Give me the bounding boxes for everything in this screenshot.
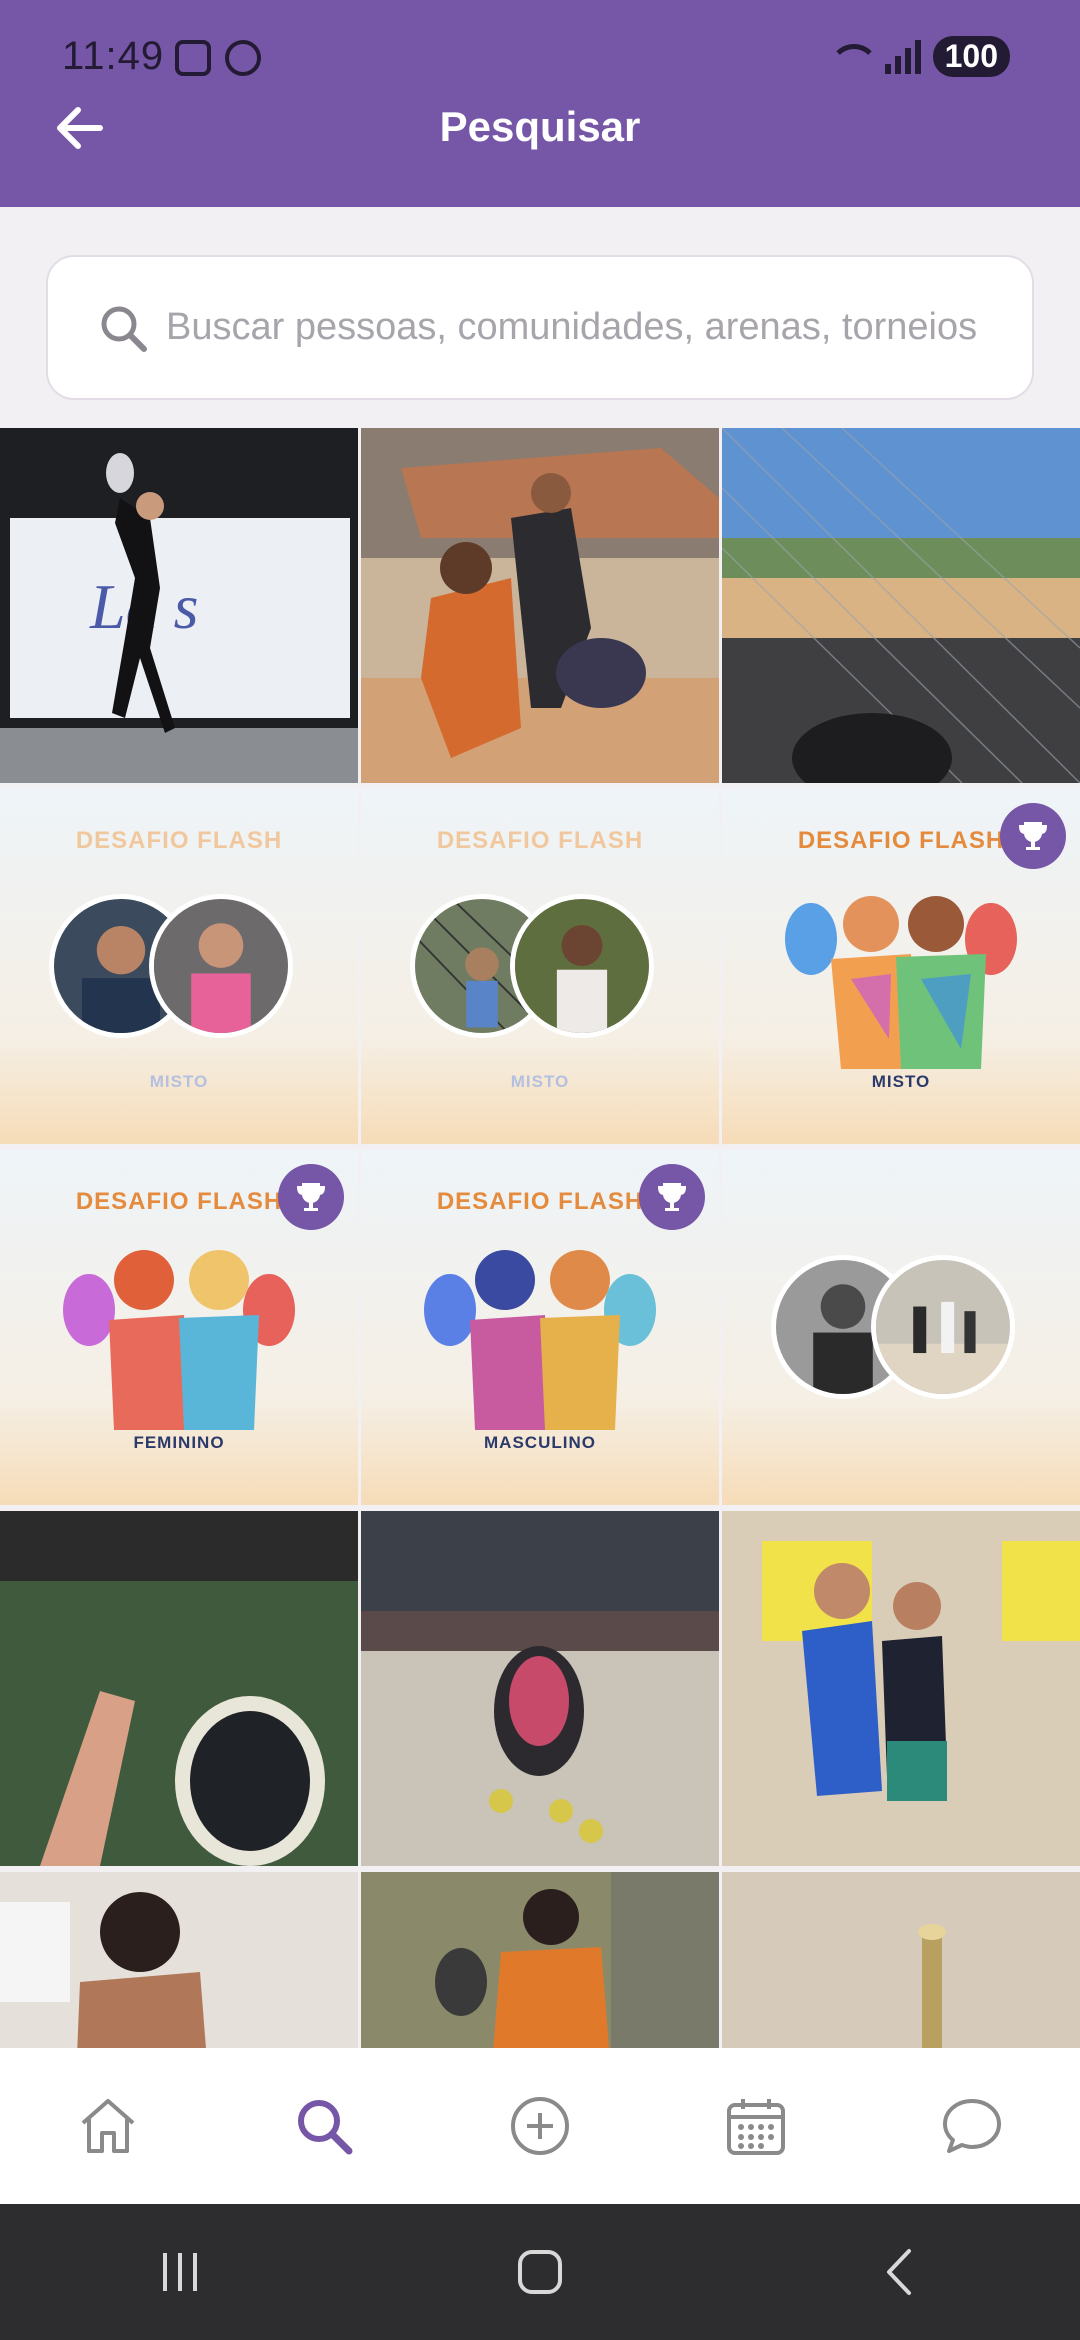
chevron-left-icon [887, 2249, 911, 2295]
post-tile-players-training[interactable] [361, 428, 719, 783]
battery-indicator: 100 [932, 36, 1010, 77]
system-back-button[interactable] [840, 2232, 960, 2312]
poster-category: MISTO [510, 1072, 570, 1091]
post-tile-racket-sand[interactable] [361, 1511, 719, 1866]
search-input[interactable] [166, 306, 996, 349]
wifi-icon [827, 40, 879, 74]
poster-illustration [63, 1250, 295, 1430]
post-tile-couple-gym[interactable] [722, 1511, 1080, 1866]
home-button[interactable] [480, 2232, 600, 2312]
home-square-icon [518, 2250, 562, 2294]
post-image [722, 428, 1080, 783]
nav-calendar[interactable] [711, 2081, 801, 2171]
post-tile-desafio-misto-1[interactable]: DESAFIO FLASH MISTO [0, 789, 358, 1144]
post-tile-player-portrait[interactable] [0, 1872, 358, 2048]
post-image [0, 1511, 358, 1866]
poster-title: DESAFIO FLASH [75, 827, 283, 854]
post-tile-challenge-pair[interactable] [722, 1150, 1080, 1505]
page-title: Pesquisar [439, 103, 641, 150]
post-tile-racket-grass[interactable] [0, 1511, 358, 1866]
nav-search[interactable] [279, 2081, 369, 2171]
participants-avatars [49, 894, 309, 1044]
participants-avatars [771, 1255, 1031, 1405]
nav-create[interactable] [495, 2081, 585, 2171]
post-tile-racket-handle-sand[interactable] [722, 1872, 1080, 2048]
post-tile-desafio-misto-3[interactable]: DESAFIO FLASH MISTO [722, 789, 1080, 1144]
poster-category: FEMININO [133, 1433, 225, 1452]
post-image [361, 1872, 719, 2048]
screenshot-icon [175, 40, 211, 76]
post-image [722, 1872, 1080, 2048]
calendar-icon [727, 2099, 785, 2155]
post-tile-player-jump[interactable]: La s [0, 428, 358, 783]
bottom-navigation [0, 2048, 1080, 2204]
nav-messages[interactable] [927, 2081, 1017, 2171]
chat-icon [943, 2099, 1001, 2153]
trophy-icon [296, 1183, 326, 1211]
post-tile-desafio-feminino[interactable]: DESAFIO FLASH FEMININO [0, 1150, 358, 1505]
post-tile-player-racket[interactable] [361, 1872, 719, 2048]
status-system-icons: 100 [827, 36, 1010, 77]
nav-home[interactable] [63, 2081, 153, 2171]
avatar [149, 894, 293, 1038]
explore-grid: La s DESAFIO FLASH MISTO DESAFIO FLASH M… [0, 428, 1080, 2048]
signal-icon [884, 39, 921, 74]
post-image [361, 1511, 719, 1866]
poster-title: DESAFIO FLASH [436, 827, 644, 854]
post-image: La s [0, 428, 358, 783]
poster-illustration [424, 1250, 656, 1430]
participants-avatars [410, 894, 670, 1044]
avatar [871, 1255, 1015, 1399]
post-tile-court-fence[interactable] [722, 428, 1080, 783]
search-icon [298, 2100, 353, 2155]
top-app-bar: 11:49 100 Pesquisar [0, 0, 1080, 207]
search-bar[interactable] [46, 255, 1034, 400]
add-circle-icon [511, 2097, 569, 2155]
sync-icon [225, 40, 261, 76]
post-image [0, 1872, 358, 2048]
avatar [510, 894, 654, 1038]
search-screen: 11:49 100 Pesquisar Buscar pessoas, comu… [0, 0, 1080, 2340]
status-notification-icons [175, 40, 261, 76]
trophy-icon [1018, 822, 1048, 850]
post-image [722, 1511, 1080, 1866]
home-icon [81, 2099, 135, 2153]
poster-category: MISTO [871, 1072, 931, 1091]
poster-category: MISTO [149, 1072, 209, 1091]
search-icon [101, 306, 147, 352]
trophy-icon [657, 1183, 687, 1211]
status-bar: 11:49 100 [0, 0, 1080, 110]
poster-illustration [785, 896, 1017, 1069]
poster-category: MASCULINO [484, 1433, 596, 1452]
post-image [361, 428, 719, 783]
tournament-badge [1000, 803, 1066, 869]
tournament-badge [639, 1164, 705, 1230]
recent-apps-button[interactable] [120, 2232, 240, 2312]
recent-apps-icon [163, 2253, 197, 2291]
post-tile-desafio-misto-2[interactable]: DESAFIO FLASH MISTO [361, 789, 719, 1144]
system-navigation-bar [0, 2204, 1080, 2340]
post-tile-desafio-masculino[interactable]: DESAFIO FLASH MASCULINO [361, 1150, 719, 1505]
tournament-badge [278, 1164, 344, 1230]
status-time: 11:49 [62, 34, 165, 78]
